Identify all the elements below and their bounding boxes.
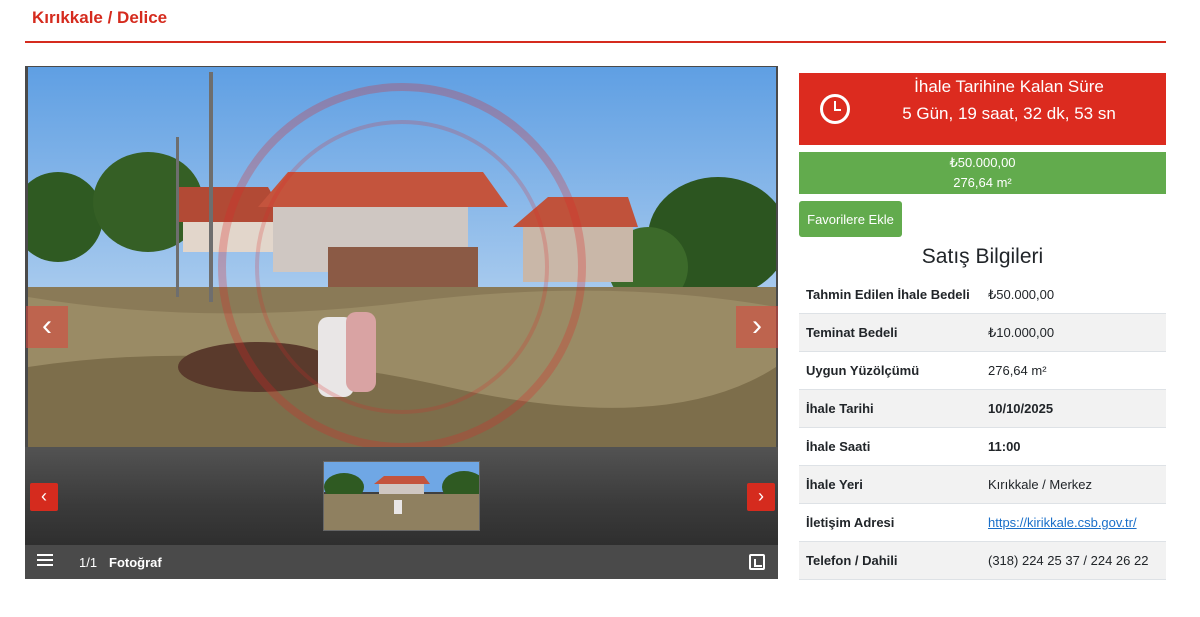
thumbnail-next-button[interactable]: › [747,483,775,511]
row-label: İhale Saati [799,427,981,466]
chevron-left-icon[interactable]: ‹ [26,306,68,348]
table-row: Tahmin Edilen İhale Bedeli ₺50.000,00 [799,276,1166,314]
countdown-panel: İhale Tarihine Kalan Süre 5 Gün, 19 saat… [799,73,1166,145]
chevron-right-icon[interactable]: › [736,306,778,348]
row-label: İhale Yeri [799,465,981,504]
main-photo[interactable] [28,67,776,447]
table-row: İhale Tarihi 10/10/2025 [799,389,1166,428]
table-row: İletişim Adresi https://kirikkale.csb.go… [799,503,1166,542]
row-value: (318) 224 25 37 / 224 26 22 [981,541,1166,580]
row-label: Tahmin Edilen İhale Bedeli [799,276,981,314]
table-row: Telefon / Dahili (318) 224 25 37 / 224 2… [799,541,1166,580]
row-value: ₺50.000,00 [981,276,1166,314]
gallery-toolbar: 1/1 Fotoğraf [25,545,778,579]
row-label: Uygun Yüzölçümü [799,351,981,390]
row-value: 276,64 m² [981,351,1166,390]
expand-icon[interactable] [749,554,765,570]
page: Kırıkkale / Delice ‹ › ‹ › 1/1 Fotoğraf … [0,0,1200,617]
row-label: İletişim Adresi [799,503,981,542]
clock-icon [820,94,850,124]
price-area: 276,64 m² [953,175,1012,190]
add-to-favorites-button[interactable]: Favorilere Ekle [799,201,902,237]
price-box: ₺50.000,00 276,64 m² [799,152,1166,194]
header-divider [25,41,1166,43]
row-label: İhale Tarihi [799,389,981,428]
table-row: Uygun Yüzölçümü 276,64 m² [799,351,1166,390]
photo-gallery: ‹ › ‹ › 1/1 Fotoğraf [25,66,778,579]
row-label: Teminat Bedeli [799,313,981,352]
photo-counter-label: Fotoğraf [109,555,162,570]
sales-info-table: Tahmin Edilen İhale Bedeli ₺50.000,00 Te… [799,276,1166,580]
thumbnail-strip: ‹ › [25,447,778,545]
list-icon[interactable] [37,554,53,568]
countdown-title: İhale Tarihine Kalan Süre [914,77,1104,96]
thumbnail-image[interactable] [323,461,480,531]
thumbnail-prev-button[interactable]: ‹ [30,483,58,511]
countdown-time: 5 Gün, 19 saat, 32 dk, 53 sn [902,104,1116,123]
row-value: 10/10/2025 [981,389,1166,428]
row-value: Kırıkkale / Merkez [981,465,1166,504]
sales-info-title: Satış Bilgileri [921,245,1044,268]
table-row: İhale Yeri Kırıkkale / Merkez [799,465,1166,504]
row-label: Telefon / Dahili [799,541,981,580]
page-title: Kırıkkale / Delice [32,8,168,27]
contact-address-link[interactable]: https://kirikkale.csb.gov.tr/ [988,515,1137,530]
price-amount: ₺50.000,00 [949,155,1016,170]
row-value: 11:00 [981,427,1166,466]
table-row: Teminat Bedeli ₺10.000,00 [799,313,1166,352]
row-value: ₺10.000,00 [981,313,1166,352]
table-row: İhale Saati 11:00 [799,427,1166,466]
row-value: https://kirikkale.csb.gov.tr/ [981,503,1166,542]
photo-counter: 1/1 [79,555,98,570]
